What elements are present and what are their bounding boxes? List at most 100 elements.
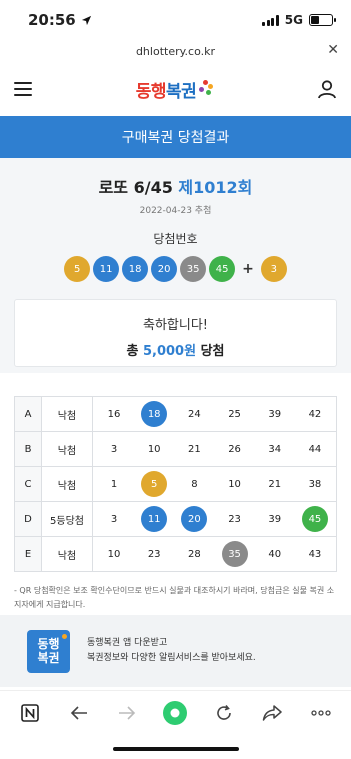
draw-date: 2022-04-23 추첨 <box>139 206 212 216</box>
ticket-row: D 5등당첨 3 11 20 23 39 45 <box>14 501 337 537</box>
ticket-number: 10 <box>228 478 241 490</box>
status-time-group: 20:56 <box>28 11 92 29</box>
status-bar: 20:56 5G <box>0 0 351 40</box>
ticket-number: 26 <box>228 443 241 455</box>
logo-text-1: 동행 <box>135 81 167 102</box>
ticket-number: 24 <box>188 408 201 420</box>
winning-numbers-label: 당첨번호 <box>153 232 198 246</box>
ticket-number: 39 <box>268 408 282 420</box>
ticket-result: 낙첨 <box>41 396 93 432</box>
app-icon-line1: 동행 <box>37 637 60 651</box>
ticket-number: 43 <box>308 548 322 560</box>
bonus-ball: 3 <box>260 256 287 282</box>
site-logo[interactable]: 동행 복권 <box>136 77 214 102</box>
ticket-number: 5 <box>141 471 168 497</box>
user-icon[interactable] <box>317 79 337 99</box>
ticket-row: C 낙첨 1 5 8 10 21 38 <box>14 466 337 502</box>
app-banner-line1: 동행복권 앱 다운받고 <box>87 638 168 648</box>
app-logo-icon: 동행 복권 <box>27 629 70 673</box>
location-arrow-icon <box>81 15 91 25</box>
app-icon-line2: 복권 <box>37 651 60 665</box>
winning-ball: 20 <box>151 256 178 282</box>
network-label: 5G <box>284 13 303 27</box>
winning-ball: 35 <box>180 256 207 282</box>
ticket-game-label: C <box>14 466 42 502</box>
n-icon[interactable] <box>15 698 45 728</box>
ticket-number: 45 <box>301 506 328 532</box>
ticket-row: B 낙첨 3 10 21 26 34 44 <box>14 431 337 467</box>
app-download-banner[interactable]: 동행 복권 동행복권 앱 다운받고 복권정보와 다양한 알림서비스를 받아보세요… <box>0 615 351 687</box>
menu-icon[interactable] <box>14 82 32 96</box>
url-text: dhlottery.co.kr <box>135 44 216 58</box>
ticket-number: 16 <box>107 408 121 420</box>
share-icon[interactable] <box>257 698 287 728</box>
ticket-number: 35 <box>221 541 248 567</box>
winning-ball: 11 <box>93 256 120 282</box>
ticket-number: 10 <box>147 443 161 455</box>
ticket-number: 3 <box>110 513 118 525</box>
ticket-result: 낙첨 <box>41 536 93 572</box>
ticket-numbers: 1 5 8 10 21 38 <box>92 466 337 502</box>
ticket-numbers: 10 23 28 35 40 43 <box>92 536 337 572</box>
ticket-number: 39 <box>268 513 282 525</box>
close-icon[interactable]: ✕ <box>327 42 339 58</box>
draw-title: 로또 6/45 제1012회 <box>0 174 351 198</box>
reload-icon[interactable] <box>209 698 239 728</box>
ticket-numbers: 16 18 24 25 39 42 <box>92 396 337 432</box>
ticket-numbers: 3 11 20 23 39 45 <box>92 501 337 537</box>
draw-result-section: 로또 6/45 제1012회 2022-04-23 추첨 당첨번호 5 11 1… <box>0 158 351 373</box>
home-indicator[interactable] <box>113 747 239 751</box>
ticket-number: 44 <box>308 443 322 455</box>
ticket-number: 28 <box>188 548 201 560</box>
prize-prefix: 총 <box>126 344 143 359</box>
prize-total: 총 5,000원 당첨 <box>15 340 336 359</box>
ticket-game-label: D <box>14 501 42 537</box>
ticket-result: 낙첨 <box>41 431 93 467</box>
more-icon[interactable] <box>306 698 336 728</box>
ticket-number: 40 <box>268 548 282 560</box>
logo-text-2: 복권 <box>166 81 197 102</box>
app-banner-line2: 복권정보와 다양한 알림서비스를 받아보세요. <box>87 653 256 663</box>
ticket-number: 1 <box>110 478 118 490</box>
ticket-number: 10 <box>107 548 121 560</box>
site-header: 동행 복권 <box>0 62 351 116</box>
ticket-number: 20 <box>181 506 208 532</box>
forward-icon[interactable] <box>112 698 142 728</box>
ticket-number: 42 <box>308 408 322 420</box>
browser-toolbar <box>0 690 351 734</box>
prize-amount: 5,000원 <box>142 344 197 359</box>
ticket-table: A 낙첨 16 18 24 25 39 42 B 낙첨 3 10 21 26 34 44 C 낙첨 1 5 8 10 21 3… <box>14 396 337 572</box>
ticket-number: 8 <box>191 478 198 490</box>
ticket-game-label: B <box>14 431 42 467</box>
home-icon[interactable] <box>160 698 190 728</box>
winning-ball: 5 <box>64 256 91 282</box>
page-title-bar: 구매복권 당첨결과 <box>0 116 351 158</box>
back-icon[interactable] <box>64 698 94 728</box>
url-bar[interactable]: dhlottery.co.kr ✕ <box>0 40 351 62</box>
prize-message-box: 축하합니다! 총 5,000원 당첨 <box>14 299 337 367</box>
page-title: 구매복권 당첨결과 <box>121 130 230 146</box>
ticket-number: 23 <box>147 548 161 560</box>
ticket-game-label: A <box>14 396 42 432</box>
winning-numbers: 5 11 18 20 35 45 + 3 <box>0 256 351 282</box>
winning-ball: 18 <box>122 256 149 282</box>
draw-game: 로또 6/45 <box>98 178 173 197</box>
ticket-number: 23 <box>228 513 241 525</box>
draw-round: 제1012회 <box>178 178 253 197</box>
ticket-number: 11 <box>141 506 168 532</box>
ticket-number: 38 <box>308 478 322 490</box>
ticket-row: E 낙첨 10 23 28 35 40 43 <box>14 536 337 572</box>
ticket-number: 25 <box>228 408 241 420</box>
status-time: 20:56 <box>28 11 76 29</box>
prize-suffix: 당첨 <box>196 344 225 359</box>
ticket-number: 18 <box>141 401 168 427</box>
ticket-number: 34 <box>268 443 282 455</box>
ticket-game-label: E <box>14 536 42 572</box>
app-banner-text: 동행복권 앱 다운받고 복권정보와 다양한 알림서비스를 받아보세요. <box>87 636 256 666</box>
signal-icon <box>262 14 279 26</box>
winning-ball: 45 <box>209 256 236 282</box>
congrats-text: 축하합니다! <box>142 318 208 333</box>
ticket-number: 21 <box>268 478 282 490</box>
ticket-number: 21 <box>188 443 201 455</box>
notice-text: - QR 당첨확인은 보조 확인수단이므로 반드시 실물과 대조하시기 바라며,… <box>14 586 335 609</box>
